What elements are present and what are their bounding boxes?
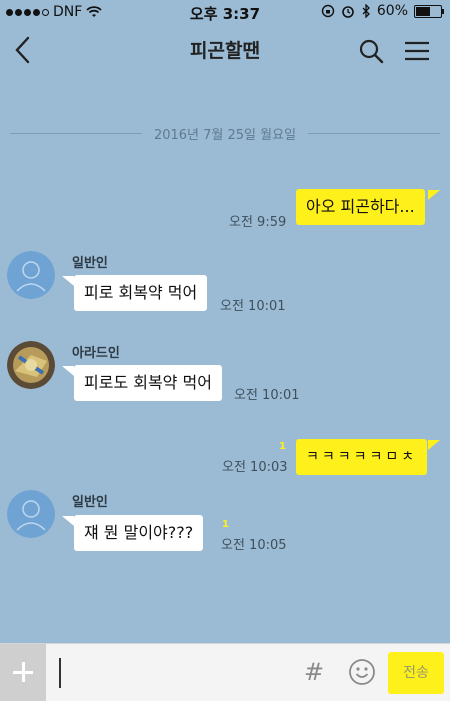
bubble-tail <box>62 366 74 376</box>
bubble-tail <box>428 440 440 450</box>
bubble-tail <box>62 276 74 286</box>
send-button[interactable]: 전송 <box>388 652 444 694</box>
battery-percent: 60% <box>376 3 408 19</box>
hashtag-search-button[interactable]: # <box>304 658 324 686</box>
bubble-tail <box>428 190 440 200</box>
message-time: 오전 10:05 <box>221 538 287 553</box>
message-bubble[interactable]: 아오 피곤하다... <box>296 189 425 225</box>
unread-count: 1 <box>222 519 229 530</box>
alarm-icon <box>342 6 354 18</box>
status-bar: DNF 오후 3:37 60% <box>0 0 450 24</box>
message-bubble[interactable]: ㅋㅋㅋㅋㅋㅁㅊ <box>296 439 428 475</box>
message-bubble[interactable]: 피로도 회복약 먹어 <box>74 365 222 401</box>
text-cursor <box>59 658 61 688</box>
message-time: 오전 10:01 <box>220 299 286 314</box>
avatar-default[interactable] <box>7 251 55 299</box>
rotation-lock-icon <box>321 4 335 18</box>
message-input-bar: # 전송 <box>0 643 450 701</box>
message-time: 오전 9:59 <box>229 215 287 230</box>
default-profile-icon <box>7 251 55 299</box>
game-character-avatar-icon <box>7 341 55 389</box>
add-attachment-button[interactable] <box>0 644 46 701</box>
sender-name: 아라드인 <box>72 346 120 361</box>
message-time: 오전 10:03 <box>222 460 288 475</box>
avatar-game-character[interactable] <box>7 341 55 389</box>
date-divider: 2016년 7월 25일 월요일 <box>153 128 297 143</box>
status-right: 60% <box>321 3 444 19</box>
message-bubble[interactable]: 쟤 뭔 말이야??? <box>74 515 204 551</box>
bluetooth-icon <box>362 4 370 18</box>
emoticon-icon[interactable] <box>348 658 376 686</box>
search-icon[interactable] <box>358 38 384 64</box>
hamburger-menu-icon[interactable] <box>404 40 430 62</box>
sender-name: 일반인 <box>72 256 108 271</box>
message-bubble[interactable]: 피로 회복약 먹어 <box>74 275 208 311</box>
chat-header: 피곤할땐 <box>0 24 450 76</box>
battery-fill <box>416 6 430 16</box>
default-profile-icon <box>7 490 55 538</box>
message-input[interactable] <box>46 644 296 701</box>
sender-name: 일반인 <box>72 495 108 510</box>
battery-icon <box>414 4 444 18</box>
avatar-default[interactable] <box>7 490 55 538</box>
message-time: 오전 10:01 <box>234 388 300 403</box>
unread-count: 1 <box>279 441 286 452</box>
bubble-tail <box>62 516 74 526</box>
